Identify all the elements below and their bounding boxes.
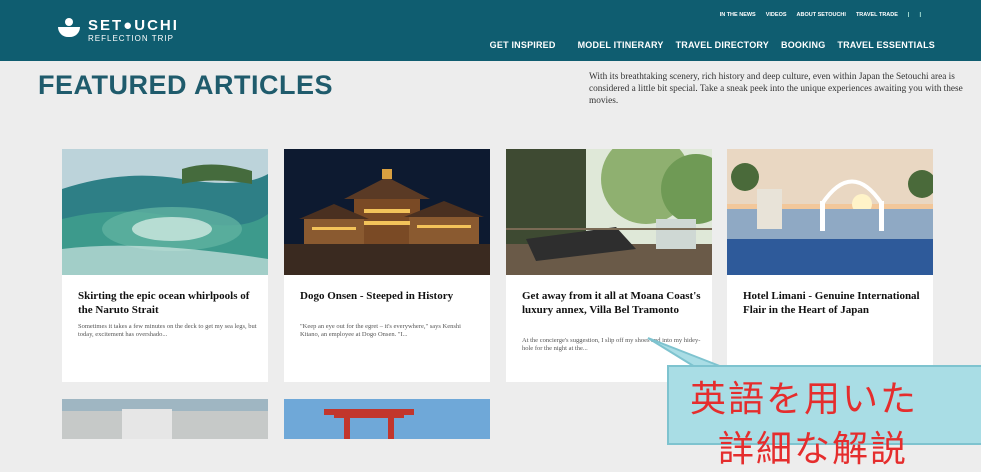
article-card-dogo-onsen[interactable]: Dogo Onsen - Steeped in History "Keep an…	[284, 149, 490, 382]
nav-model-itinerary[interactable]: MODEL ITINERARY	[578, 40, 664, 50]
article-excerpt: "Keep an eye out for the egret – it's ev…	[300, 323, 461, 338]
article-title[interactable]: Hotel Limani - Genuine International Fla…	[743, 289, 923, 317]
annotation-line1: 英語を用いた	[690, 379, 919, 420]
article-title[interactable]: Skirting the epic ocean whirlpools of th…	[78, 289, 258, 317]
page-title: FEATURED ARTICLES	[38, 70, 333, 100]
top-nav: IN THE NEWS VIDEOS ABOUT SETOUCHI TRAVEL…	[720, 12, 921, 18]
nav-travel-directory[interactable]: TRAVEL DIRECTORY	[676, 40, 769, 50]
villa-terrace-image[interactable]	[506, 149, 712, 275]
nav-in-the-news[interactable]: IN THE NEWS	[720, 12, 756, 18]
site-header: SET●UCHI REFLECTION TRIP IN THE NEWS VID…	[0, 0, 981, 61]
nav-divider: |	[919, 12, 921, 18]
site-logo[interactable]: SET●UCHI REFLECTION TRIP	[58, 18, 179, 44]
article-card-row2-1[interactable]	[62, 399, 268, 439]
boat-logo-icon	[58, 18, 82, 38]
hotel-limani-image[interactable]	[727, 149, 933, 275]
nav-divider: |	[907, 12, 910, 18]
nav-travel-trade[interactable]: TRAVEL TRADE	[856, 12, 898, 18]
nav-get-inspired[interactable]: GET INSPIRED	[490, 40, 556, 50]
article-card-row2-2[interactable]	[284, 399, 490, 439]
annotation-line2: 詳細な解説	[718, 429, 909, 470]
nav-travel-essentials[interactable]: TRAVEL ESSENTIALS	[837, 40, 935, 50]
article-excerpt: Sometimes it takes a few minutes on the …	[78, 323, 257, 338]
article-card-naruto[interactable]: Skirting the epic ocean whirlpools of th…	[62, 149, 268, 382]
article-title[interactable]: Dogo Onsen - Steeped in History	[300, 289, 480, 303]
nav-videos[interactable]: VIDEOS	[766, 12, 787, 18]
dogo-onsen-image[interactable]	[284, 149, 490, 275]
page-intro: With its breathtaking scenery, rich hist…	[589, 72, 963, 106]
nav-booking[interactable]: BOOKING	[781, 40, 825, 50]
main-nav: GET INSPIRED MODEL ITINERARY TRAVEL DIRE…	[490, 40, 935, 50]
nav-about-setouchi[interactable]: ABOUT SETOUCHI	[797, 12, 846, 18]
logo-title: SET●UCHI	[88, 17, 179, 34]
whirlpool-image[interactable]	[62, 149, 268, 275]
logo-subtitle: REFLECTION TRIP	[88, 34, 174, 43]
article-title[interactable]: Get away from it all at Moana Coast's lu…	[522, 289, 702, 317]
